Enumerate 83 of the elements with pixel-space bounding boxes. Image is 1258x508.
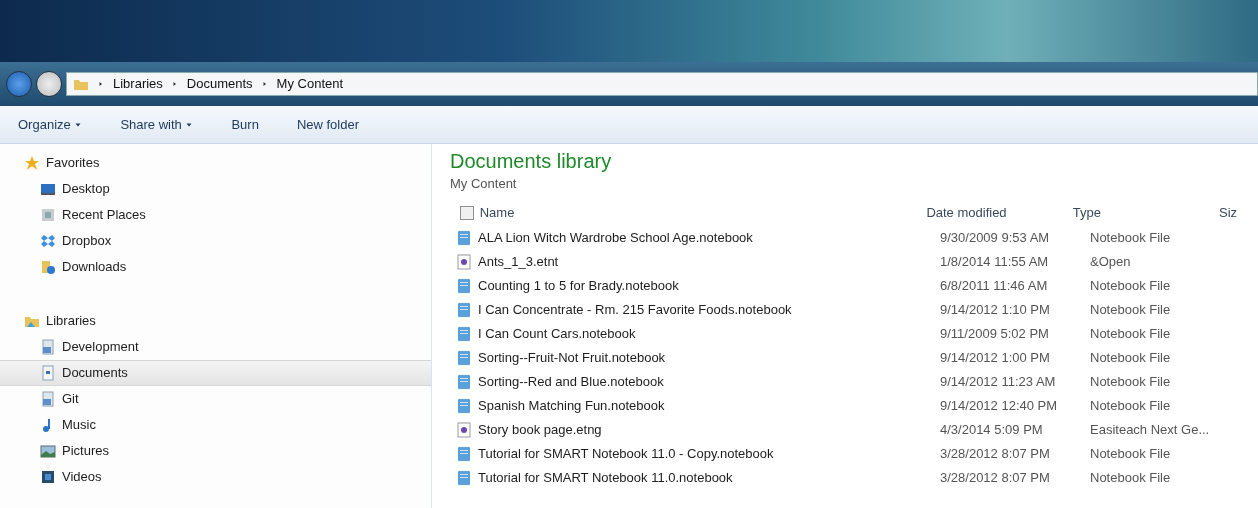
notebook-file-icon bbox=[456, 469, 472, 486]
nav-item[interactable]: Music bbox=[0, 412, 431, 438]
file-name[interactable]: ALA Lion Witch Wardrobe School Age.notebook bbox=[478, 227, 753, 248]
nav-item[interactable]: Desktop bbox=[0, 176, 431, 202]
notebook-file-icon bbox=[456, 277, 472, 294]
date-cell-text: 4/3/2014 5:09 PM bbox=[940, 420, 1044, 439]
type-cell-text: Notebook File bbox=[1090, 276, 1172, 295]
type-cell-text: Notebook File bbox=[1090, 396, 1172, 415]
file-name[interactable]: Sorting--Fruit-Not Fruit.notebook bbox=[478, 347, 666, 368]
file-name[interactable]: Tutorial for SMART Notebook 11.0 - Copy.notebook bbox=[478, 443, 774, 464]
type-cell-text: Notebook File bbox=[1090, 444, 1172, 463]
type-cell-text: &Open bbox=[1090, 252, 1132, 271]
nav-item[interactable]: Pictures bbox=[0, 438, 431, 464]
date-cell-text: 9/14/2012 1:00 PM bbox=[940, 348, 1051, 367]
toolbar-button[interactable]: Organize bbox=[14, 112, 87, 137]
file-name[interactable]: I Can Count Cars.notebook bbox=[478, 323, 636, 344]
file-name[interactable]: I Can Concentrate - Rm. 215 Favorite Foods.notebook bbox=[478, 299, 792, 320]
nav-item[interactable]: Downloads bbox=[0, 254, 431, 280]
type-cell-text: Notebook File bbox=[1090, 348, 1172, 367]
type-cell-text: Notebook File bbox=[1090, 468, 1172, 487]
nav-item[interactable]: Development bbox=[0, 334, 431, 360]
column-header[interactable]: Type bbox=[1072, 202, 1219, 223]
nav-group[interactable]: Favorites bbox=[0, 150, 431, 176]
notebook-file-icon bbox=[456, 301, 472, 318]
notebook-file-icon bbox=[456, 397, 472, 414]
library-icon bbox=[40, 391, 56, 407]
notebook-file-icon bbox=[456, 349, 472, 366]
date-cell-text: 1/8/2014 11:55 AM bbox=[940, 252, 1050, 271]
dropbox-icon bbox=[40, 233, 56, 249]
notebook-file-icon bbox=[456, 325, 472, 342]
nav-item[interactable]: Git bbox=[0, 386, 431, 412]
breadcrumb[interactable]: Libraries bbox=[113, 74, 163, 94]
library-title: Documents library bbox=[450, 149, 613, 174]
date-cell-text: 3/28/2012 8:07 PM bbox=[940, 444, 1051, 463]
back-button[interactable] bbox=[6, 71, 32, 97]
file-name[interactable]: Spanish Matching Fun.notebook bbox=[478, 395, 665, 416]
nav-item[interactable]: Recent Places bbox=[0, 202, 431, 228]
type-cell-text: Notebook File bbox=[1090, 228, 1172, 247]
monitor-icon bbox=[40, 181, 56, 197]
type-cell-text: Notebook File bbox=[1090, 324, 1172, 343]
column-header[interactable]: Siz bbox=[1219, 202, 1258, 223]
disc-file-icon bbox=[456, 421, 472, 438]
file-name[interactable]: Sorting--Red and Blue.notebook bbox=[478, 371, 664, 392]
library-subtitle: My Content bbox=[450, 175, 518, 193]
downloads-icon bbox=[40, 259, 56, 275]
type-cell-text: Easiteach Next Ge... bbox=[1090, 420, 1211, 439]
toolbar-button[interactable]: Share with bbox=[116, 112, 198, 137]
document-icon bbox=[40, 365, 56, 381]
date-cell-text: 9/14/2012 12:40 PM bbox=[940, 396, 1059, 415]
notebook-file-icon bbox=[456, 373, 472, 390]
date-cell-text: 6/8/2011 11:46 AM bbox=[940, 276, 1049, 295]
date-cell-text: 9/14/2012 1:10 PM bbox=[940, 300, 1051, 319]
file-name[interactable]: Counting 1 to 5 for Brady.notebook bbox=[478, 275, 679, 296]
disc-file-icon bbox=[456, 253, 472, 270]
picture-icon bbox=[40, 443, 56, 459]
address-field[interactable]: Libraries Documents My Content bbox=[66, 72, 1258, 96]
date-cell-text: 3/28/2012 8:07 PM bbox=[940, 468, 1051, 487]
nav-item[interactable]: Dropbox bbox=[0, 228, 431, 254]
nav-item[interactable]: Documents bbox=[0, 360, 431, 386]
column-header[interactable]: Date modified bbox=[926, 202, 1073, 223]
file-name[interactable]: Ants_1_3.etnt bbox=[478, 251, 559, 272]
column-header[interactable]: Name bbox=[479, 202, 927, 223]
file-name[interactable]: Tutorial for SMART Notebook 11.0.notebook bbox=[478, 467, 733, 488]
library-icon bbox=[40, 339, 56, 355]
type-cell-text: Notebook File bbox=[1090, 372, 1172, 391]
forward-button[interactable] bbox=[36, 71, 62, 97]
toolbar-button[interactable]: Burn bbox=[227, 112, 263, 137]
breadcrumb[interactable]: Documents bbox=[186, 74, 253, 94]
nav-item[interactable]: Videos bbox=[0, 464, 431, 490]
film-icon bbox=[40, 469, 56, 485]
date-cell-text: 9/30/2009 9:53 AM bbox=[940, 228, 1051, 247]
date-cell-text: 9/14/2012 11:23 AM bbox=[940, 372, 1057, 391]
date-cell-text: 9/11/2009 5:02 PM bbox=[940, 324, 1050, 343]
type-cell-text: Notebook File bbox=[1090, 300, 1172, 319]
nav-group[interactable]: Libraries bbox=[0, 308, 431, 334]
recent-places-icon bbox=[40, 207, 56, 223]
breadcrumb[interactable]: My Content bbox=[276, 74, 344, 94]
file-name[interactable]: Story book page.etng bbox=[478, 419, 602, 440]
toolbar-button[interactable]: New folder bbox=[292, 112, 364, 137]
star-icon bbox=[24, 155, 40, 171]
select-all-checkbox[interactable] bbox=[460, 205, 474, 220]
notebook-file-icon bbox=[456, 229, 472, 246]
notebook-file-icon bbox=[456, 445, 472, 462]
